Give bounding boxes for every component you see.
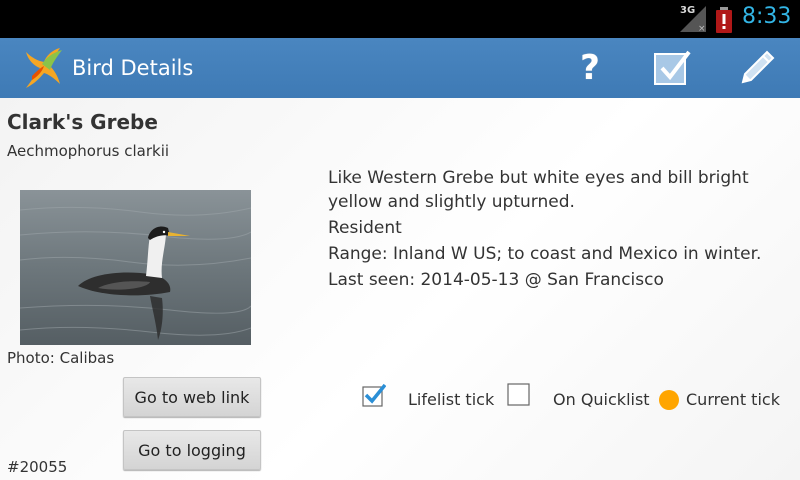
lifelist-tick-checkbox[interactable] — [362, 383, 386, 407]
web-link-button[interactable]: Go to web link — [123, 377, 261, 417]
description-identification: Like Western Grebe but white eyes and bi… — [328, 168, 749, 212]
status-bar: × 3G 8:33 — [0, 0, 800, 38]
page-title: Bird Details — [72, 56, 194, 80]
bird-latin-name: Aechmophorus clarkii — [7, 142, 170, 160]
quicklist-button[interactable] — [643, 38, 703, 98]
logging-button[interactable]: Go to logging — [123, 430, 261, 470]
edit-button[interactable] — [727, 38, 787, 98]
bird-details-content: Clark's Grebe Aechmophorus clarkii Photo… — [0, 98, 800, 480]
help-icon: ? — [580, 48, 600, 88]
photo-credit: Photo: Calibas — [7, 349, 115, 367]
description-status: Resident — [328, 218, 402, 238]
bird-common-name: Clark's Grebe — [7, 110, 158, 134]
clock: 8:33 — [742, 4, 792, 29]
svg-text:×: × — [698, 24, 706, 34]
edit-pencil-icon — [741, 50, 775, 84]
current-tick-indicator — [659, 390, 679, 410]
battery-alert-icon — [716, 7, 732, 33]
quicklist-label: On Quicklist — [553, 390, 650, 409]
help-button[interactable]: ? — [560, 38, 620, 98]
bird-description: Like Western Grebe but white eyes and bi… — [328, 166, 790, 294]
network-type: 3G — [680, 5, 696, 16]
description-last-seen: Last seen: 2014-05-13 @ San Francisco — [328, 270, 664, 290]
record-id: #20055 — [7, 458, 68, 476]
quicklist-checkbox[interactable] — [507, 383, 531, 407]
app-bird-logo-icon[interactable] — [22, 46, 64, 90]
current-tick-label: Current tick — [686, 390, 780, 409]
description-range: Range: Inland W US; to coast and Mexico … — [328, 244, 762, 264]
checklist-icon — [654, 50, 691, 85]
bird-photo[interactable] — [20, 190, 251, 345]
lifelist-tick-label: Lifelist tick — [408, 390, 495, 409]
action-bar: Bird Details ? — [0, 38, 800, 98]
